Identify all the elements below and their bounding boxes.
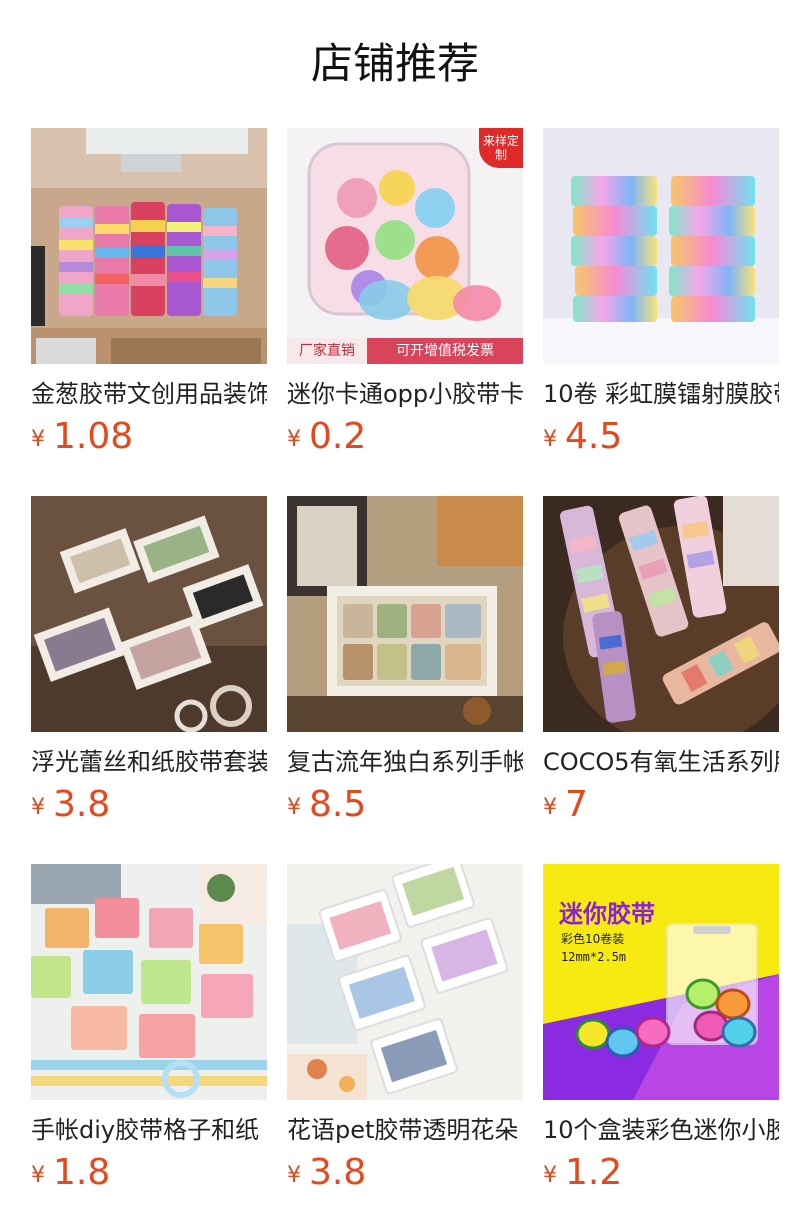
product-card[interactable]: 金葱胶带文创用品装饰 ¥1.08 bbox=[31, 128, 267, 496]
product-price: ¥3.8 bbox=[31, 784, 267, 832]
floral-pet-tape-photo-icon bbox=[287, 864, 523, 1100]
product-name[interactable]: 手帐diy胶带格子和纸 bbox=[31, 1114, 267, 1146]
product-name[interactable]: 花语pet胶带透明花朵 bbox=[287, 1114, 523, 1146]
price-value: 1.2 bbox=[565, 1152, 623, 1193]
banner-size: 12mm*2.5m bbox=[561, 950, 627, 964]
product-price: ¥4.5 bbox=[543, 416, 779, 464]
price-value: 0.2 bbox=[309, 416, 367, 457]
promo-tag-bar: 厂家直销 可开增值税发票 bbox=[287, 338, 523, 364]
product-price: ¥1.8 bbox=[31, 1152, 267, 1200]
product-name[interactable]: 金葱胶带文创用品装饰 bbox=[31, 378, 267, 410]
rainbow-laser-tape-photo-icon bbox=[543, 128, 779, 364]
product-name[interactable]: 10个盒装彩色迷你小胶带 bbox=[543, 1114, 779, 1146]
vintage-tape-set-photo-icon bbox=[287, 496, 523, 732]
currency-symbol: ¥ bbox=[31, 427, 45, 452]
price-value: 1.08 bbox=[53, 416, 134, 457]
product-price: ¥7 bbox=[543, 784, 779, 832]
currency-symbol: ¥ bbox=[543, 427, 557, 452]
product-grid: 金葱胶带文创用品装饰 ¥1.08 来样定制 厂家直销 可开增值税发票 迷你卡通o… bbox=[31, 128, 790, 1232]
product-card[interactable]: 浮光蕾丝和纸胶带套装 ¥3.8 bbox=[31, 496, 267, 864]
pastel-tape-boxes-photo-icon bbox=[31, 864, 267, 1100]
product-name[interactable]: COCO5有氧生活系列胶带 bbox=[543, 746, 779, 778]
currency-symbol: ¥ bbox=[287, 427, 301, 452]
product-image[interactable]: 来样定制 厂家直销 可开增值税发票 bbox=[287, 128, 523, 364]
product-price: ¥3.8 bbox=[287, 1152, 523, 1200]
product-image[interactable] bbox=[31, 496, 267, 732]
product-name[interactable]: 浮光蕾丝和纸胶带套装 bbox=[31, 746, 267, 778]
lace-washi-tape-boxes-photo-icon bbox=[31, 496, 267, 732]
price-value: 3.8 bbox=[309, 1152, 367, 1193]
price-value: 7 bbox=[565, 784, 588, 825]
product-price: ¥0.2 bbox=[287, 416, 523, 464]
product-card[interactable]: COCO5有氧生活系列胶带 ¥7 bbox=[543, 496, 779, 864]
currency-symbol: ¥ bbox=[287, 1163, 301, 1188]
product-name[interactable]: 复古流年独白系列手帐 bbox=[287, 746, 523, 778]
product-image[interactable] bbox=[31, 864, 267, 1100]
vat-invoice-tag: 可开增值税发票 bbox=[367, 338, 523, 364]
currency-symbol: ¥ bbox=[543, 1163, 557, 1188]
product-card[interactable]: 花语pet胶带透明花朵 ¥3.8 bbox=[287, 864, 523, 1232]
product-image[interactable] bbox=[287, 864, 523, 1100]
custom-sample-badge: 来样定制 bbox=[479, 128, 523, 168]
product-card[interactable]: 迷你胶带 彩色10卷装 12mm*2.5m 10个盒装彩色迷你小胶带 ¥1.2 bbox=[543, 864, 779, 1232]
product-price: ¥1.08 bbox=[31, 416, 267, 464]
currency-symbol: ¥ bbox=[543, 795, 557, 820]
currency-symbol: ¥ bbox=[287, 795, 301, 820]
product-card[interactable]: 10卷 彩虹膜镭射膜胶带 ¥4.5 bbox=[543, 128, 779, 496]
tape-rolls-desk-photo-icon bbox=[31, 128, 267, 364]
product-price: ¥1.2 bbox=[543, 1152, 779, 1200]
currency-symbol: ¥ bbox=[31, 1163, 45, 1188]
price-value: 3.8 bbox=[53, 784, 111, 825]
product-image[interactable]: 迷你胶带 彩色10卷装 12mm*2.5m bbox=[543, 864, 779, 1100]
product-card[interactable]: 手帐diy胶带格子和纸 ¥1.8 bbox=[31, 864, 267, 1232]
product-name[interactable]: 迷你卡通opp小胶带卡通 bbox=[287, 378, 523, 410]
product-card[interactable]: 复古流年独白系列手帐 ¥8.5 bbox=[287, 496, 523, 864]
banner-subtitle: 彩色10卷装 bbox=[561, 932, 625, 946]
product-price: ¥8.5 bbox=[287, 784, 523, 832]
factory-direct-tag: 厂家直销 bbox=[287, 338, 367, 364]
product-name[interactable]: 10卷 彩虹膜镭射膜胶带 bbox=[543, 378, 779, 410]
price-value: 8.5 bbox=[309, 784, 367, 825]
product-image[interactable] bbox=[543, 128, 779, 364]
product-image[interactable] bbox=[287, 496, 523, 732]
product-card[interactable]: 来样定制 厂家直销 可开增值税发票 迷你卡通opp小胶带卡通 ¥0.2 bbox=[287, 128, 523, 496]
page-title: 店铺推荐 bbox=[310, 39, 479, 88]
product-image[interactable] bbox=[31, 128, 267, 364]
banner-title: 迷你胶带 bbox=[559, 900, 655, 928]
price-value: 1.8 bbox=[53, 1152, 111, 1193]
product-image[interactable] bbox=[543, 496, 779, 732]
tape-tubes-photo-icon bbox=[543, 496, 779, 732]
currency-symbol: ¥ bbox=[31, 795, 45, 820]
price-value: 4.5 bbox=[565, 416, 623, 457]
